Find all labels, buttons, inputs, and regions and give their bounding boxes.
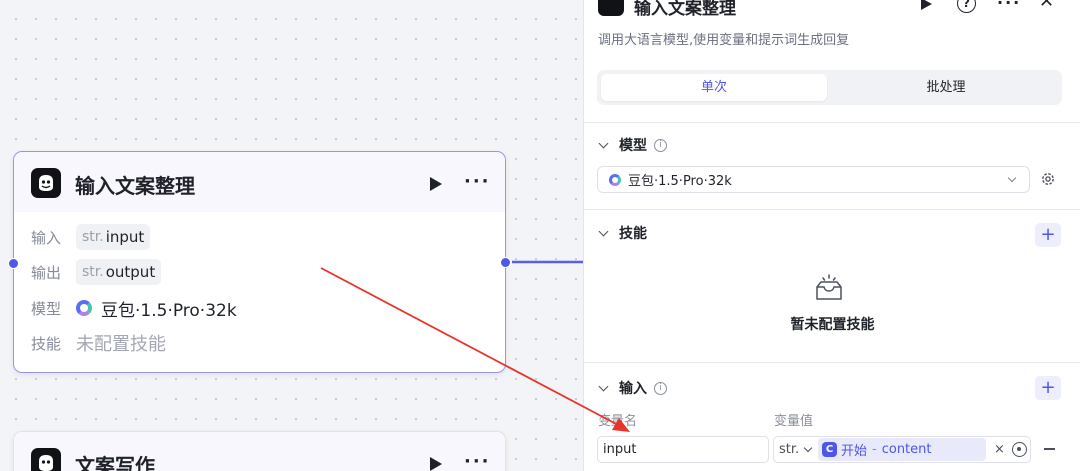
skill-empty-text: 暂未配置技能: [790, 317, 875, 333]
node-header: 输入文案整理 ···: [14, 152, 505, 212]
chevron-down-icon: [598, 138, 609, 149]
reference-separator: -: [872, 442, 877, 457]
output-chip: str. output: [76, 259, 162, 285]
input-section-header[interactable]: 输入 i: [598, 378, 667, 398]
output-type: str.: [82, 264, 104, 280]
model-section-title: 模型: [619, 138, 647, 154]
skill-section-title: 技能: [619, 226, 647, 242]
reference-tag[interactable]: C 开始 - content: [818, 438, 986, 461]
variable-picker-icon[interactable]: [1011, 442, 1027, 457]
remove-input-button[interactable]: [1044, 448, 1055, 450]
tab-batch[interactable]: 批处理: [833, 74, 1059, 101]
run-icon[interactable]: [430, 177, 442, 191]
input-port[interactable]: [8, 258, 19, 269]
empty-box-icon: [816, 274, 842, 300]
start-node-icon: C: [822, 442, 837, 457]
input-type: str.: [82, 229, 104, 245]
node-model-row: 模型 豆包·1.5·Pro·32k: [31, 295, 237, 321]
gear-icon[interactable]: [1040, 171, 1056, 187]
output-port[interactable]: [500, 257, 511, 268]
skill-label: 技能: [31, 334, 62, 353]
node-title: 文案写作: [75, 454, 155, 471]
more-icon[interactable]: ···: [464, 453, 491, 471]
output-label: 输出: [31, 263, 62, 282]
chevron-down-icon: [803, 443, 813, 453]
type-select[interactable]: str.: [774, 442, 818, 457]
run-icon[interactable]: [430, 457, 442, 471]
llm-node-icon: [31, 168, 61, 198]
add-input-button[interactable]: +: [1035, 376, 1061, 400]
node-input-row: 输入 str. input: [31, 224, 151, 250]
input-name: input: [105, 228, 145, 246]
input-label: 输入: [31, 228, 62, 247]
help-icon[interactable]: ?: [957, 0, 976, 13]
divider: [584, 209, 1080, 210]
node-title: 输入文案整理: [75, 174, 195, 198]
info-icon[interactable]: i: [654, 381, 667, 395]
divider: [584, 122, 1080, 123]
reference-source: 开始: [841, 444, 868, 459]
node-header: 文案写作 ···: [14, 432, 505, 471]
node-output-row: 输出 str. output: [31, 259, 162, 285]
model-section-header[interactable]: 模型 i: [598, 135, 667, 155]
clear-icon[interactable]: ×: [994, 442, 1005, 457]
skill-section-header[interactable]: 技能: [598, 223, 647, 243]
panel-description: 调用大语言模型,使用变量和提示词生成回复: [598, 33, 850, 48]
llm-node-copywriting[interactable]: 文案写作 ···: [13, 431, 506, 471]
chevron-down-icon: [598, 226, 609, 237]
input-chip: str. input: [76, 224, 151, 250]
variable-value-header: 变量值: [774, 414, 814, 429]
doubao-model-icon: [76, 300, 92, 316]
more-icon[interactable]: ···: [464, 173, 491, 191]
chevron-down-icon: [1007, 173, 1017, 183]
type-label: str.: [779, 442, 800, 457]
reference-field: content: [881, 442, 932, 457]
variable-value-field[interactable]: str. C 开始 - content ×: [773, 436, 1031, 463]
variable-name-header: 变量名: [598, 414, 638, 429]
close-icon[interactable]: ✕: [1039, 0, 1054, 11]
info-icon[interactable]: i: [654, 138, 667, 152]
run-icon[interactable]: [921, 0, 932, 10]
divider: [584, 362, 1080, 363]
variable-name-input[interactable]: [597, 436, 769, 463]
node-skill-row: 技能 未配置技能: [31, 330, 166, 356]
panel-title: 输入文案整理: [634, 0, 736, 19]
more-icon[interactable]: ···: [997, 0, 1021, 11]
llm-node-input-copy[interactable]: 输入文案整理 ··· 输入 str. input 输出 str. output …: [13, 151, 506, 373]
chevron-down-icon: [598, 381, 609, 392]
input-section-title: 输入: [619, 381, 647, 397]
model-label: 模型: [31, 299, 62, 318]
doubao-model-icon: [609, 173, 621, 186]
model-value: 豆包·1.5·Pro·32k: [101, 300, 237, 321]
panel-llm-icon: [598, 0, 624, 16]
add-skill-button[interactable]: +: [1035, 223, 1061, 247]
tab-single[interactable]: 单次: [601, 74, 827, 101]
model-select[interactable]: 豆包·1.5·Pro·32k: [597, 166, 1030, 193]
llm-node-icon: [31, 448, 61, 471]
skill-value: 未配置技能: [76, 334, 166, 355]
model-select-value: 豆包·1.5·Pro·32k: [628, 174, 732, 189]
output-name: output: [105, 263, 156, 281]
mode-switch: 单次 批处理: [597, 70, 1062, 105]
node-config-panel: 输入文案整理 ? ··· ✕ 调用大语言模型,使用变量和提示词生成回复 单次 批…: [583, 0, 1080, 471]
